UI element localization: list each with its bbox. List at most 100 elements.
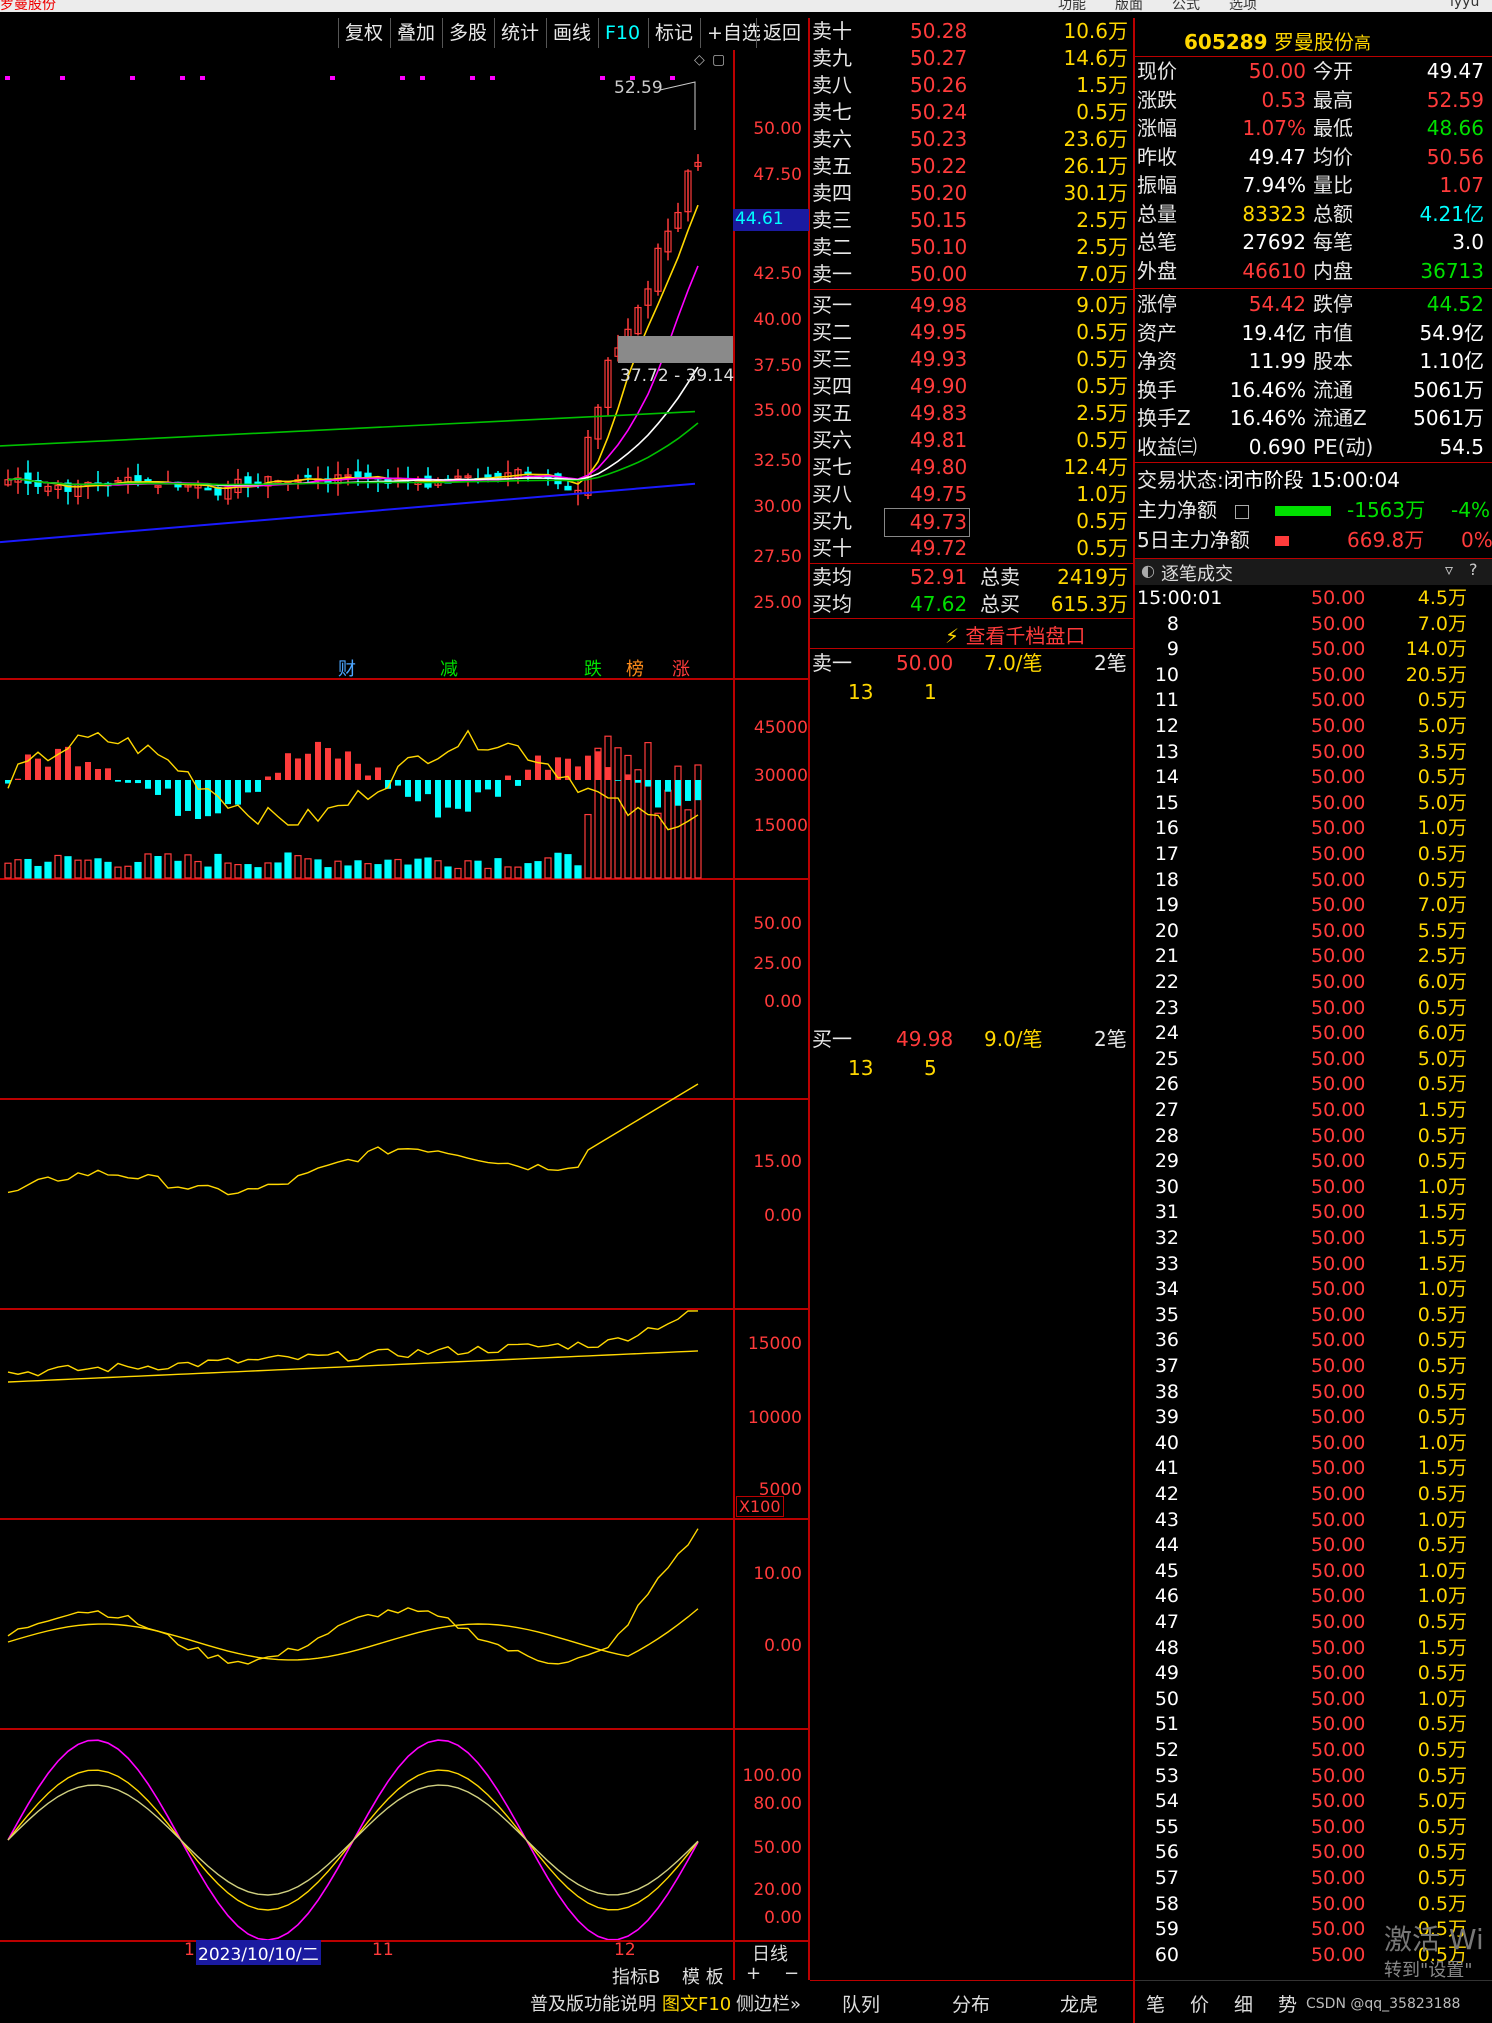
diamond-icon[interactable]: ◇ [694, 52, 705, 68]
buy-level-row[interactable]: 买三 49.93 0.5万 [812, 346, 1132, 373]
event-tag-reduce[interactable]: 减 [440, 655, 458, 681]
overlay-button[interactable]: 叠加 [390, 18, 441, 48]
tick-volume: 1.5万 [1417, 1252, 1467, 1275]
collapse-icon[interactable]: ◐ [1141, 561, 1155, 580]
sell-level-row[interactable]: 卖十 50.28 10.6万 [812, 18, 1132, 45]
user-name[interactable]: lyyu [1450, 0, 1479, 10]
main-net-label: 主力净额 [1137, 498, 1217, 522]
multi-stock-button[interactable]: 多股 [442, 18, 493, 48]
tab-detail[interactable]: 细 [1234, 1990, 1253, 2017]
back-button[interactable]: 返回 [756, 18, 807, 48]
tick-volume: 1.0万 [1417, 1585, 1467, 1608]
volume-bar [644, 742, 652, 879]
sell-level-row[interactable]: 卖八 50.26 1.5万 [812, 72, 1132, 99]
feature-help-link[interactable]: 普及版功能说明 [530, 1990, 656, 2016]
sell1-queue-row[interactable]: 卖一 50.00 7.0/笔 2笔 [812, 650, 1132, 677]
quote-value: 49.47 [1426, 59, 1484, 83]
tick-time: 42 [1154, 1483, 1179, 1505]
volume-bar [374, 864, 382, 879]
buy-level-row[interactable]: 买二 49.95 0.5万 [812, 319, 1132, 346]
macd-bar [545, 769, 551, 780]
menu-function[interactable]: 功能 [1058, 0, 1086, 14]
sell-level-row[interactable]: 卖二 50.10 2.5万 [812, 234, 1132, 261]
macd-bar [225, 780, 231, 805]
tab-tick[interactable]: 笔 [1146, 1990, 1165, 2017]
buy1-queue-row[interactable]: 买一 49.98 9.0/笔 2笔 [812, 1026, 1132, 1053]
mark-button[interactable]: 标记 [648, 18, 699, 48]
sell-level-row[interactable]: 卖一 50.00 7.0万 [812, 261, 1132, 288]
kdj-tick: 0.00 [764, 1908, 802, 1928]
buy-level-row[interactable]: 买九 49.73 0.5万 [812, 508, 1132, 537]
kline-chart-canvas[interactable] [0, 50, 733, 1940]
window-icon[interactable]: ▢ [712, 52, 725, 68]
view-depth-link[interactable]: ⚡ 查看千档盘口 [945, 620, 1085, 649]
buy-level-row[interactable]: 买五 49.83 2.5万 [812, 400, 1132, 427]
tab-dragon-tiger[interactable]: 龙虎 [1060, 1990, 1098, 2017]
buy-level-row[interactable]: 买六 49.81 0.5万 [812, 427, 1132, 454]
macd-bar [405, 780, 411, 797]
level-price: 49.90 [910, 374, 968, 398]
tick-time: 26 [1154, 1073, 1179, 1096]
tab-price[interactable]: 价 [1190, 1990, 1209, 2017]
avg-row: 买均 47.62 总买 615.3万 [812, 591, 1132, 618]
menu-options[interactable]: 选项 [1229, 0, 1257, 14]
list-icon[interactable] [1235, 505, 1249, 519]
volume-bar [94, 858, 102, 879]
indicator-b-button[interactable]: 指标B [612, 1963, 660, 1989]
volume-bar [504, 866, 512, 879]
zoom-out-button[interactable]: − [784, 1963, 799, 1984]
main-net5-pct: 0% [1461, 528, 1492, 552]
menu-layout[interactable]: 版面 [1115, 0, 1143, 14]
ind5-line [7, 1528, 699, 1665]
zoom-in-button[interactable]: + [746, 1963, 761, 1984]
event-tag-drop[interactable]: 跌 [584, 655, 602, 681]
tick-volume: 0.5万 [1417, 1329, 1467, 1352]
avg-price: 47.62 [910, 592, 968, 616]
event-tag-finance[interactable]: 财 [338, 655, 356, 681]
stats-button[interactable]: 统计 [494, 18, 545, 48]
draw-line-button[interactable]: 画线 [546, 18, 597, 48]
tab-distribution[interactable]: 分布 [952, 1990, 990, 2017]
buy-level-row[interactable]: 买四 49.90 0.5万 [812, 373, 1132, 400]
sell-level-row[interactable]: 卖七 50.24 0.5万 [812, 99, 1132, 126]
tick-price: 50.00 [1311, 612, 1366, 635]
event-tag-rise[interactable]: 涨 [672, 655, 690, 681]
macd-bar [455, 780, 461, 809]
main-net-row: 主力净额 -1563万 -4% [1137, 497, 1492, 524]
tab-trend[interactable]: 势 [1278, 1990, 1297, 2017]
sell-level-row[interactable]: 卖四 50.20 30.1万 [812, 180, 1132, 207]
sidebar-toggle[interactable]: 侧边栏» [736, 1990, 801, 2016]
f10-button[interactable]: F10 [598, 18, 646, 48]
buy-level-row[interactable]: 买八 49.75 1.0万 [812, 481, 1132, 508]
restore-rights-button[interactable]: 复权 [338, 18, 389, 48]
macd-bar [655, 780, 661, 808]
sell-level-row[interactable]: 卖九 50.27 14.6万 [812, 45, 1132, 72]
tick-row: 52 50.00 0.5万 [1137, 1738, 1467, 1763]
filter-icon[interactable]: ▿ [1445, 560, 1453, 579]
tick-volume: 0.5万 [1417, 766, 1467, 789]
signal-dot [60, 76, 65, 80]
buy-level-row[interactable]: 买七 49.80 12.4万 [812, 454, 1132, 481]
tick-time: 17 [1154, 843, 1179, 865]
range-label: 37.72 - 39.14 [620, 366, 735, 386]
tick-price: 50.00 [1311, 766, 1366, 789]
event-tag-rank[interactable]: 榜 [626, 655, 644, 681]
template-button[interactable]: 模 板 [682, 1963, 724, 1989]
level-label: 卖三 [812, 208, 852, 232]
sell-level-row[interactable]: 卖六 50.23 23.6万 [812, 126, 1132, 153]
buy-level-row[interactable]: 买十 49.72 0.5万 [812, 535, 1132, 562]
help-icon[interactable]: ? [1469, 560, 1478, 579]
price-tick: 27.50 [753, 547, 802, 567]
sell-level-row[interactable]: 卖三 50.15 2.5万 [812, 207, 1132, 234]
tab-queue[interactable]: 队列 [842, 1990, 880, 2017]
quote-row: 昨收 49.47 均价 50.56 [1137, 144, 1492, 171]
f10-text-link[interactable]: 图文F10 [662, 1990, 731, 2016]
sell-level-row[interactable]: 卖五 50.22 26.1万 [812, 153, 1132, 180]
stock-tag: 高 [1353, 34, 1371, 54]
quote-key: 涨停 [1137, 292, 1177, 316]
menu-formula[interactable]: 公式 [1172, 0, 1200, 14]
tick-time: 59 [1154, 1918, 1179, 1941]
ind4-tick: 15000 [747, 1334, 802, 1354]
buy-level-row[interactable]: 买一 49.98 9.0万 [812, 292, 1132, 319]
tick-row: 45 50.00 1.0万 [1137, 1559, 1467, 1584]
